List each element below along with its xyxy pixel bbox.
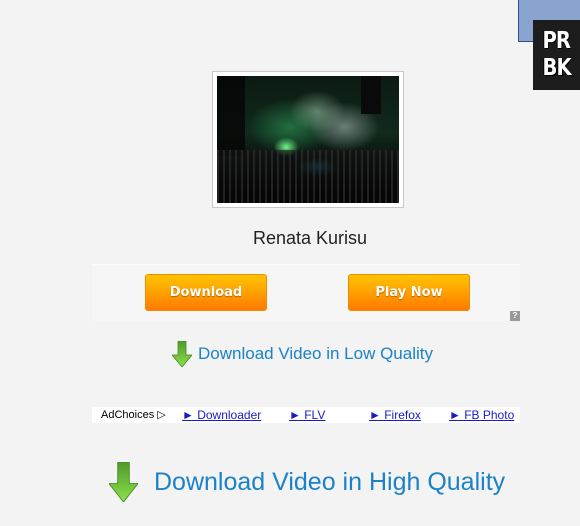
ad-link-downloader[interactable]: ► Downloader [182,408,261,422]
adchoices-link[interactable]: AdChoices ▷ [101,408,166,422]
logo-line-1: PR [542,28,572,54]
prbk-logo[interactable]: PR BK [533,20,580,90]
download-high-quality-link[interactable]: Download Video in High Quality [109,462,505,502]
ad-links-bar: AdChoices ▷ ► Downloader ► FLV ► Firefox… [92,407,520,423]
ad-info-icon[interactable]: ? [510,311,520,321]
ad-link-fb-photo[interactable]: ► FB Photo [449,408,514,422]
ad-play-now-button[interactable]: Play Now [348,274,470,311]
concert-image [217,76,399,203]
green-down-arrow-icon [109,462,138,502]
adchoices-icon: ▷ [157,409,166,421]
video-thumbnail[interactable] [212,71,404,208]
download-high-quality-label: Download Video in High Quality [154,467,506,496]
green-down-arrow-icon [172,341,192,367]
logo-line-2: BK [542,55,571,81]
ad-download-button[interactable]: Download [145,274,267,311]
download-low-quality-label: Download Video in Low Quality [198,344,433,363]
download-low-quality-link[interactable]: Download Video in Low Quality [172,341,433,367]
ad-link-flv[interactable]: ► FLV [289,408,325,422]
ad-link-firefox[interactable]: ► Firefox [369,408,421,422]
adchoices-label: AdChoices [101,408,155,421]
artist-name: Renata Kurisu [252,228,368,248]
ad-unit: Download Play Now ? [92,264,520,321]
